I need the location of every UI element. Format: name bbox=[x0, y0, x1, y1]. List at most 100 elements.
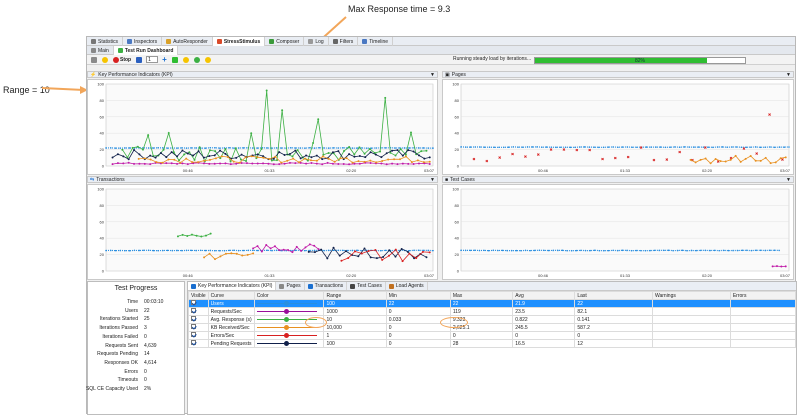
range-cell[interactable]: 10 bbox=[323, 315, 387, 324]
range-cell[interactable]: 1000 bbox=[323, 307, 387, 316]
grid-tab-test[interactable]: Test Cases bbox=[347, 282, 386, 290]
avg-cell: 16.5 bbox=[512, 339, 576, 348]
grid-tab-transactions[interactable]: Transactions bbox=[305, 282, 348, 290]
tab-statistics[interactable]: Statistics bbox=[87, 37, 124, 46]
transactions-panel-header[interactable]: ⇆ Transactions ▼ bbox=[87, 176, 438, 183]
tab-timeline[interactable]: Timeline bbox=[358, 37, 394, 46]
chevron-down-icon[interactable]: ▼ bbox=[430, 177, 435, 183]
transaction-a-point bbox=[181, 233, 184, 236]
visible-checkbox[interactable] bbox=[191, 300, 196, 305]
color-cell[interactable] bbox=[253, 307, 325, 316]
chevron-down-icon[interactable]: ▼ bbox=[786, 177, 791, 183]
testcases-panel-header[interactable]: ■ Test Cases ▼ bbox=[442, 176, 794, 183]
visible-checkbox[interactable] bbox=[191, 332, 196, 337]
errors-cell bbox=[729, 307, 797, 316]
grid-tabs: Key Performance Indicators (KPI) Pages Tra… bbox=[188, 282, 796, 291]
add-icon[interactable]: + bbox=[161, 55, 168, 64]
min-cell: 0 bbox=[385, 307, 451, 316]
pages-panel-header[interactable]: ▣ Pages ▼ bbox=[442, 71, 794, 78]
grid-tab-pages[interactable]: Pages bbox=[276, 282, 305, 290]
color-cell[interactable] bbox=[253, 299, 325, 308]
col-header[interactable]: Warnings bbox=[651, 291, 731, 300]
refresh-icon[interactable] bbox=[193, 56, 201, 64]
settings-icon[interactable] bbox=[182, 56, 190, 64]
col-header[interactable]: Min bbox=[385, 291, 451, 300]
visible-cell[interactable] bbox=[188, 331, 209, 340]
visible-checkbox[interactable] bbox=[191, 324, 196, 329]
pending-requests-point bbox=[133, 148, 136, 151]
visible-checkbox[interactable] bbox=[191, 316, 196, 321]
subtab-main[interactable]: Main bbox=[87, 46, 114, 55]
range-cell[interactable]: 100 bbox=[323, 339, 387, 348]
col-header[interactable]: Last bbox=[574, 291, 653, 300]
visible-checkbox[interactable] bbox=[191, 340, 196, 345]
transaction-b-point bbox=[230, 252, 233, 255]
subtab-test-run-dashboard[interactable]: Test Run Dashboard bbox=[113, 46, 179, 55]
table-row[interactable]: Avg. Response (s) 10 0.033 9.323 0.822 0.141 bbox=[188, 315, 797, 324]
testcases-baseline-point bbox=[713, 249, 716, 252]
tab-filters[interactable]: Filters bbox=[329, 37, 359, 46]
avg-response-point bbox=[394, 154, 397, 157]
table-row[interactable]: Errors/Sec 1 0 0 0 0 bbox=[188, 331, 797, 340]
bulb-icon[interactable] bbox=[101, 56, 109, 64]
visible-cell[interactable] bbox=[188, 339, 209, 348]
testcases-baseline-point bbox=[483, 249, 485, 252]
range-cell[interactable]: 10,000 bbox=[323, 323, 387, 332]
col-header[interactable]: Range bbox=[323, 291, 387, 300]
kb-received-point bbox=[185, 157, 188, 160]
tab-log[interactable]: Log bbox=[304, 37, 329, 46]
col-header[interactable]: Visible bbox=[188, 291, 209, 300]
pages-baseline-point bbox=[754, 146, 757, 148]
curve-color-swatch[interactable] bbox=[256, 340, 317, 346]
stop-button[interactable]: Stop bbox=[112, 56, 132, 64]
chevron-down-icon[interactable]: ▼ bbox=[786, 72, 791, 78]
tab-stressstimulus[interactable]: StressStimulus bbox=[212, 37, 266, 46]
col-header[interactable]: Errors bbox=[729, 291, 797, 300]
progress-key: Iterations Failed bbox=[102, 333, 138, 340]
requests-sec-point bbox=[321, 163, 324, 166]
users-point bbox=[233, 147, 235, 149]
progress-value: 14 bbox=[144, 351, 150, 358]
curve-color-swatch[interactable] bbox=[256, 332, 317, 338]
tips-icon[interactable] bbox=[204, 56, 212, 64]
grid-tab-load[interactable]: Load Agents bbox=[386, 282, 428, 290]
col-header[interactable]: Color bbox=[253, 291, 325, 300]
visible-cell[interactable] bbox=[188, 307, 209, 316]
warnings-cell bbox=[651, 307, 731, 316]
grid-tab-key[interactable]: Key Performance Indicators (KPI) bbox=[188, 282, 277, 290]
color-cell[interactable] bbox=[253, 331, 325, 340]
tab-composer[interactable]: Composer bbox=[265, 37, 305, 46]
col-header[interactable]: Curve bbox=[207, 291, 255, 300]
table-row[interactable]: Users 100 22 22 21.9 22 bbox=[188, 299, 797, 308]
curve-color-swatch[interactable] bbox=[256, 300, 317, 306]
visible-cell[interactable] bbox=[188, 323, 209, 332]
pause-icon[interactable] bbox=[135, 56, 143, 64]
visible-checkbox[interactable] bbox=[191, 308, 196, 313]
x-tick-label: 02:20 bbox=[702, 168, 713, 173]
chevron-down-icon[interactable]: ▼ bbox=[430, 72, 435, 78]
testcases-baseline-point bbox=[644, 249, 647, 252]
tab-autoresponder[interactable]: AutoResponder bbox=[162, 37, 213, 46]
color-cell[interactable] bbox=[253, 339, 325, 348]
transaction-d-point bbox=[382, 255, 385, 258]
pending-requests-point bbox=[353, 155, 356, 158]
pending-requests-point bbox=[407, 149, 410, 152]
iterations-spinner[interactable]: 1 bbox=[146, 56, 159, 63]
range-cell[interactable]: 1 bbox=[323, 331, 387, 340]
visible-cell[interactable] bbox=[188, 315, 209, 324]
run-icon[interactable] bbox=[171, 56, 179, 64]
visible-cell[interactable] bbox=[188, 299, 209, 308]
table-row[interactable]: Requests/Sec 1000 0 119 23.5 82.1 bbox=[188, 307, 797, 316]
grid-icon[interactable] bbox=[90, 56, 98, 64]
range-cell[interactable]: 100 bbox=[323, 299, 387, 308]
transaction-e-point bbox=[374, 248, 377, 251]
kpi-panel-header[interactable]: ⚡ Key Performance Indicators (KPI) ▼ bbox=[87, 71, 438, 78]
tab-inspectors[interactable]: Inspectors bbox=[123, 37, 163, 46]
col-header[interactable]: Avg bbox=[512, 291, 576, 300]
curve-color-swatch[interactable] bbox=[256, 308, 317, 314]
table-row[interactable]: Pending Requests 100 0 28 16.5 12 bbox=[188, 339, 797, 348]
transactions-baseline-point bbox=[157, 249, 159, 252]
requests-sec-point bbox=[294, 162, 297, 165]
table-row[interactable]: KB Received/Sec 10,000 0 2,625.1 245.5 587.2 bbox=[188, 323, 797, 332]
col-header[interactable]: Max bbox=[449, 291, 514, 300]
